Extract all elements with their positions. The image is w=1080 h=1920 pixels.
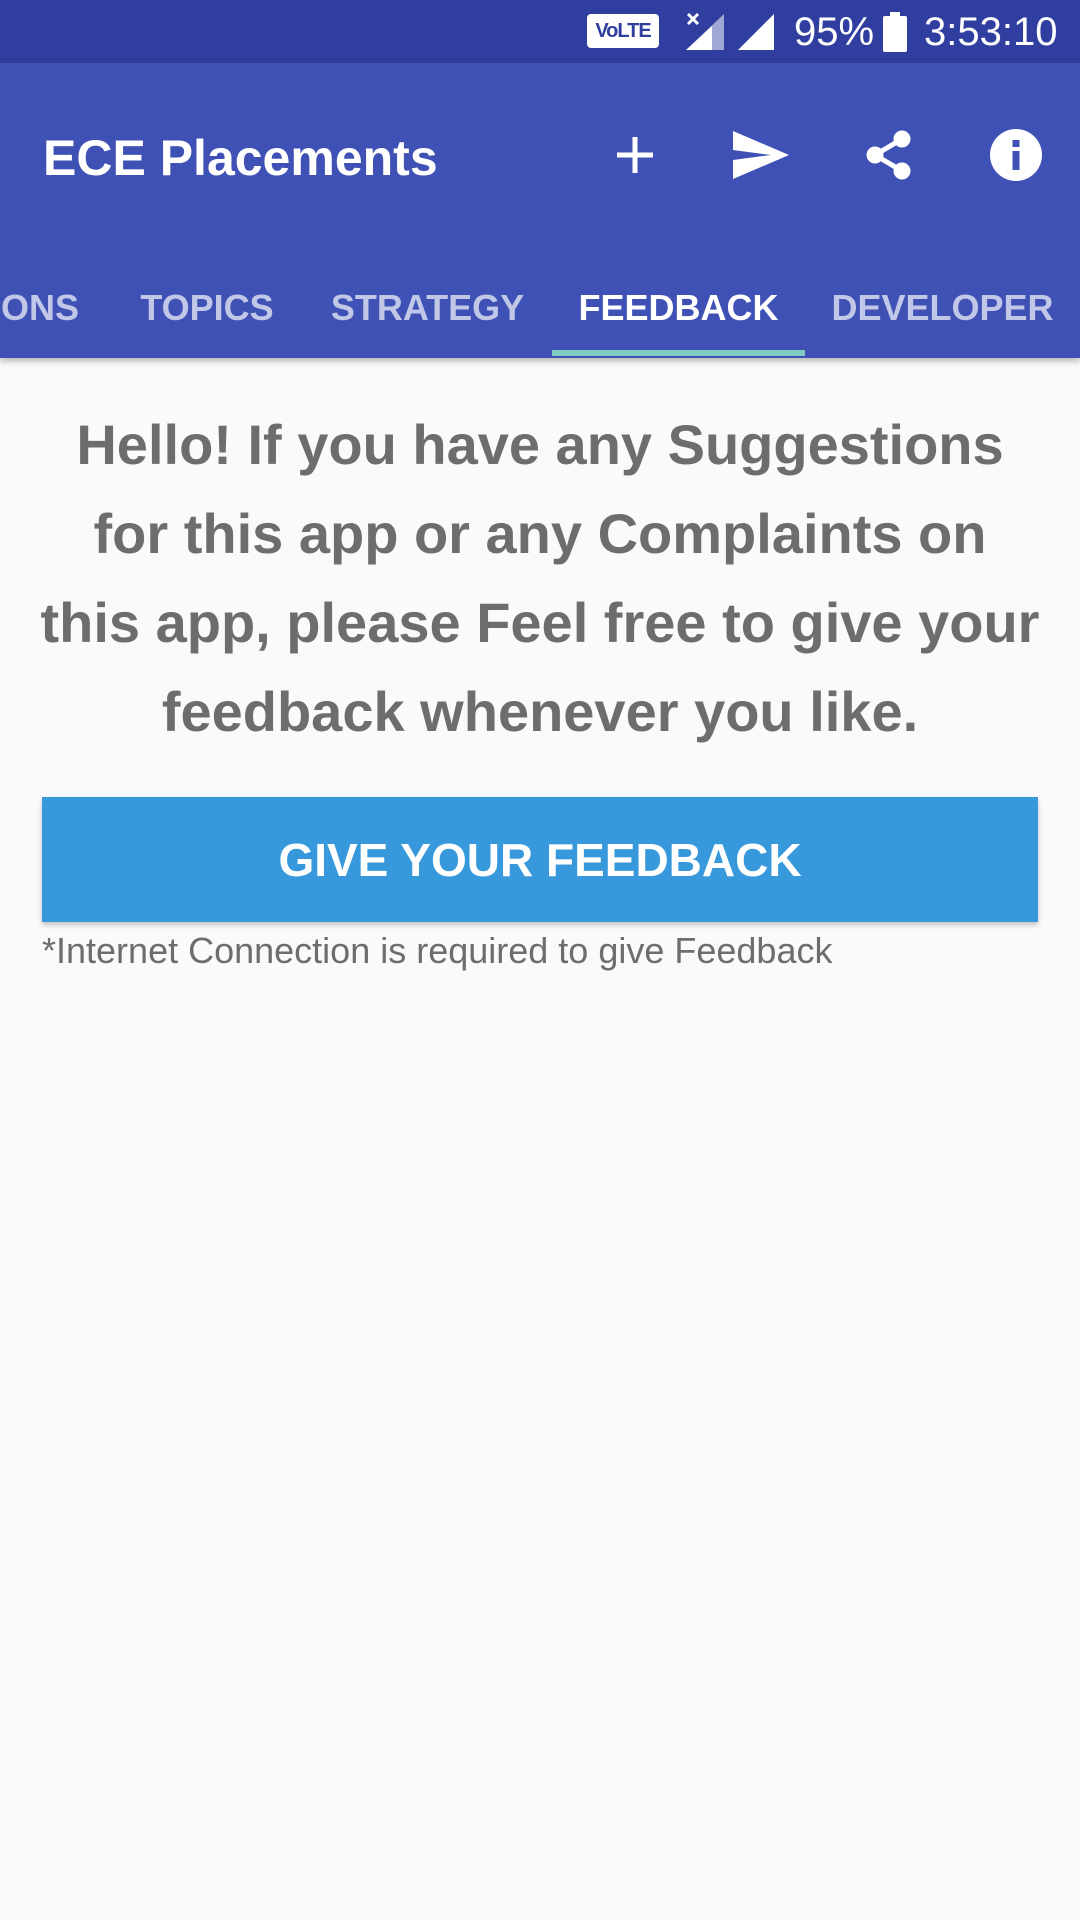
status-bar: VoLTE 95% 3:53:10 [0,0,1080,63]
tab-strategy[interactable]: STRATEGY [315,258,540,358]
give-feedback-button[interactable]: GIVE YOUR FEEDBACK [42,797,1038,922]
add-icon [617,137,653,173]
signal-no-service-icon [686,12,724,50]
app-bar: ECE Placements ONS TOPICS STRATEGY FEEDB… [0,63,1080,358]
share-button[interactable] [857,123,921,187]
feedback-intro-text: Hello! If you have any Suggestions for t… [40,413,1040,743]
tab-developer[interactable]: DEVELOPER [820,258,1065,358]
info-icon [990,129,1042,181]
battery-icon [883,12,907,52]
volte-icon: VoLTE [587,14,659,48]
add-button[interactable] [603,123,667,187]
send-button[interactable] [729,123,793,187]
send-icon [733,131,789,179]
signal-icon [738,14,774,50]
tab-bar: ONS TOPICS STRATEGY FEEDBACK DEVELOPER [0,258,1080,358]
tab-feedback[interactable]: FEEDBACK [552,258,805,358]
info-button[interactable] [984,123,1048,187]
internet-required-note: *Internet Connection is required to give… [42,930,833,971]
tab-indicator [552,350,805,356]
battery-percent: 95% [794,10,875,54]
share-icon [866,130,911,180]
tab-topics[interactable]: TOPICS [112,258,302,358]
tab-ons[interactable]: ONS [0,258,90,358]
app-title: ECE Placements [43,130,438,186]
clock: 3:53:10 [924,10,1058,54]
